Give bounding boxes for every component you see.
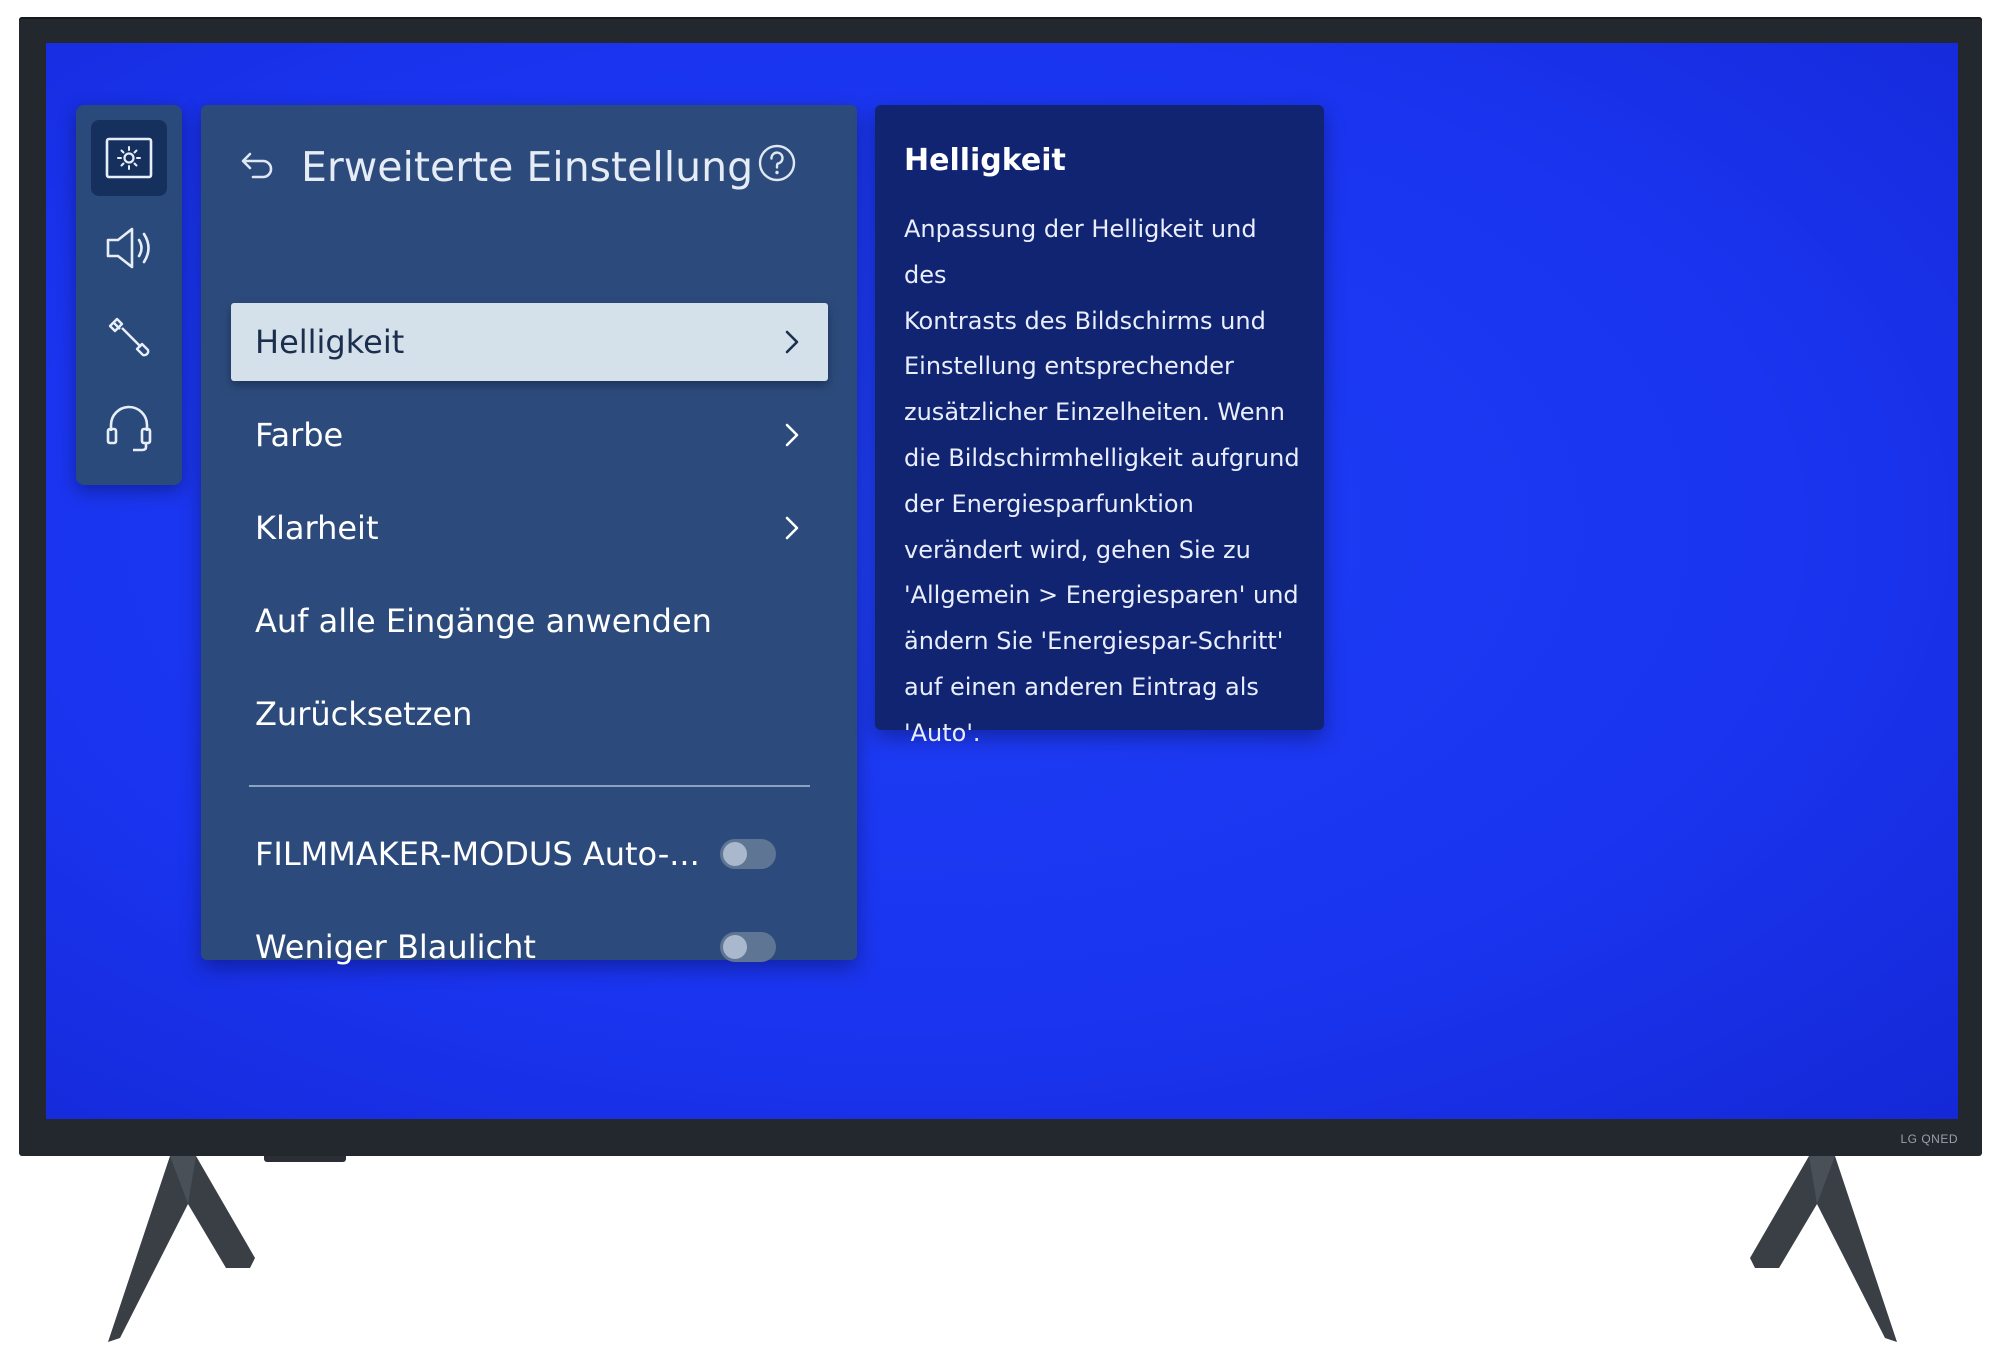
info-line: zusätzlicher Einzelheiten. Wenn bbox=[904, 398, 1285, 427]
picture-settings-icon bbox=[105, 137, 153, 179]
menu-item-label: Helligkeit bbox=[255, 323, 405, 361]
page-title: Erweiterte Einstellung bbox=[301, 143, 754, 191]
settings-category-rail bbox=[76, 105, 182, 485]
info-line: 'Allgemein > Energiesparen' und bbox=[904, 581, 1299, 610]
rail-item-support[interactable] bbox=[91, 390, 167, 466]
wrench-icon bbox=[108, 317, 150, 357]
menu-item-label: Farbe bbox=[255, 416, 344, 454]
tv-brand-logo: LG QNED bbox=[1900, 1132, 1958, 1146]
headset-icon bbox=[106, 405, 152, 452]
info-line: Kontrasts des Bildschirms und bbox=[904, 306, 1266, 335]
toggle-label: Weniger Blaulicht bbox=[255, 928, 536, 966]
info-line: verändert wird, gehen Sie zu bbox=[904, 535, 1251, 564]
toggle-label: FILMMAKER-MODUS Auto-... bbox=[255, 835, 700, 873]
toggle-knob bbox=[723, 842, 747, 866]
chevron-right-icon bbox=[785, 516, 799, 540]
chevron-right-icon bbox=[785, 423, 799, 447]
info-title: Helligkeit bbox=[904, 143, 1066, 178]
less-blue-light-toggle[interactable] bbox=[720, 932, 776, 962]
info-line: Einstellung entsprechender bbox=[904, 352, 1234, 381]
panel-header: Erweiterte Einstellung bbox=[201, 105, 857, 245]
toggle-knob bbox=[723, 935, 747, 959]
rail-item-general[interactable] bbox=[91, 300, 167, 376]
menu-divider bbox=[249, 785, 810, 787]
info-line: 'Auto'. bbox=[904, 718, 981, 747]
filmmaker-mode-toggle[interactable] bbox=[720, 839, 776, 869]
tv-bezel: Erweiterte Einstellung Helligkeit Farbe bbox=[19, 17, 1982, 1156]
info-line: ändern Sie 'Energiespar-Schritt' bbox=[904, 627, 1284, 656]
menu-item-reset[interactable]: Zurücksetzen bbox=[231, 675, 828, 753]
info-line: der Energiesparfunktion bbox=[904, 489, 1194, 518]
tv-photo: Erweiterte Einstellung Helligkeit Farbe bbox=[0, 0, 2000, 1357]
menu-item-farbe[interactable]: Farbe bbox=[231, 396, 828, 474]
info-line: Anpassung der Helligkeit und des bbox=[904, 215, 1257, 289]
tv-bottom-tab bbox=[264, 1156, 346, 1162]
chevron-right-icon bbox=[785, 330, 799, 354]
toggle-row-filmmaker-mode[interactable]: FILMMAKER-MODUS Auto-... bbox=[231, 815, 828, 893]
menu-item-label: Klarheit bbox=[255, 509, 379, 547]
info-line: auf einen anderen Eintrag als bbox=[904, 672, 1259, 701]
tv-stand-left bbox=[100, 1156, 270, 1346]
menu-item-label: Zurücksetzen bbox=[255, 695, 473, 733]
menu-item-klarheit[interactable]: Klarheit bbox=[231, 489, 828, 567]
help-info-panel: Helligkeit Anpassung der Helligkeit und … bbox=[875, 105, 1324, 747]
info-description: Anpassung der Helligkeit und des Kontras… bbox=[904, 207, 1304, 757]
menu-item-helligkeit[interactable]: Helligkeit bbox=[231, 303, 828, 381]
tv-screen: Erweiterte Einstellung Helligkeit Farbe bbox=[46, 43, 1958, 1119]
toggle-row-less-blue-light[interactable]: Weniger Blaulicht bbox=[231, 908, 828, 986]
menu-item-apply-all-inputs[interactable]: Auf alle Eingänge anwenden bbox=[231, 582, 828, 660]
rail-item-sound[interactable] bbox=[91, 210, 167, 286]
tv-stand-right bbox=[1735, 1156, 1905, 1346]
info-line: die Bildschirmhelligkeit aufgrund bbox=[904, 443, 1300, 472]
rail-item-picture[interactable] bbox=[91, 120, 167, 196]
speaker-icon bbox=[106, 227, 150, 269]
advanced-settings-panel: Erweiterte Einstellung Helligkeit Farbe bbox=[201, 105, 857, 966]
menu-item-label: Auf alle Eingänge anwenden bbox=[255, 602, 712, 640]
back-arrow-icon[interactable] bbox=[239, 150, 275, 180]
help-icon[interactable] bbox=[757, 143, 797, 183]
